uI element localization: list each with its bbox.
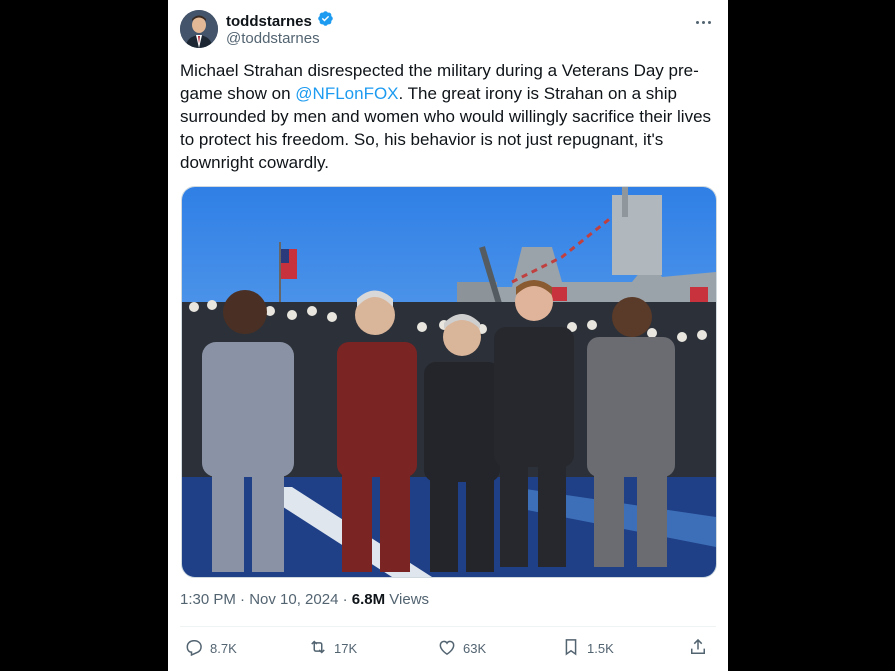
share-icon (688, 637, 708, 660)
repost-icon (308, 637, 328, 660)
tweet-card: toddstarnes @toddstarnes Michael Strahan… (168, 0, 728, 671)
bookmark-button[interactable]: 1.5K (561, 637, 614, 660)
action-bar: 8.7K 17K 63K 1.5K (180, 637, 716, 661)
display-name[interactable]: toddstarnes (226, 13, 312, 30)
author-handle[interactable]: @toddstarnes (226, 30, 320, 47)
name-row: toddstarnes (226, 10, 334, 32)
avatar[interactable] (180, 10, 218, 48)
bookmark-count: 1.5K (587, 641, 614, 656)
timestamp[interactable]: 1:30 PM · Nov 10, 2024 · (180, 591, 352, 608)
tweet-photo[interactable] (181, 186, 717, 578)
like-icon (437, 637, 457, 660)
repost-count: 17K (334, 641, 358, 656)
repost-button[interactable]: 17K (308, 637, 357, 660)
tweet-meta: 1:30 PM · Nov 10, 2024 · 6.8M Views (180, 591, 429, 608)
tweet-text: Michael Strahan disrespected the militar… (180, 59, 716, 174)
like-count: 63K (463, 641, 487, 656)
tweet-header: toddstarnes @toddstarnes (180, 10, 716, 50)
reply-icon (184, 637, 204, 660)
views-count: 6.8M (351, 591, 386, 608)
views-label: Views (385, 591, 430, 608)
verified-badge-icon (317, 10, 334, 32)
divider (180, 626, 716, 627)
mention-link[interactable]: @NFLonFOX (295, 84, 398, 103)
like-button[interactable]: 63K (437, 637, 486, 660)
bookmark-icon (561, 637, 581, 660)
reply-count: 8.7K (210, 641, 237, 656)
more-icon[interactable] (690, 12, 716, 32)
reply-button[interactable]: 8.7K (184, 637, 237, 660)
share-button[interactable] (688, 637, 708, 660)
